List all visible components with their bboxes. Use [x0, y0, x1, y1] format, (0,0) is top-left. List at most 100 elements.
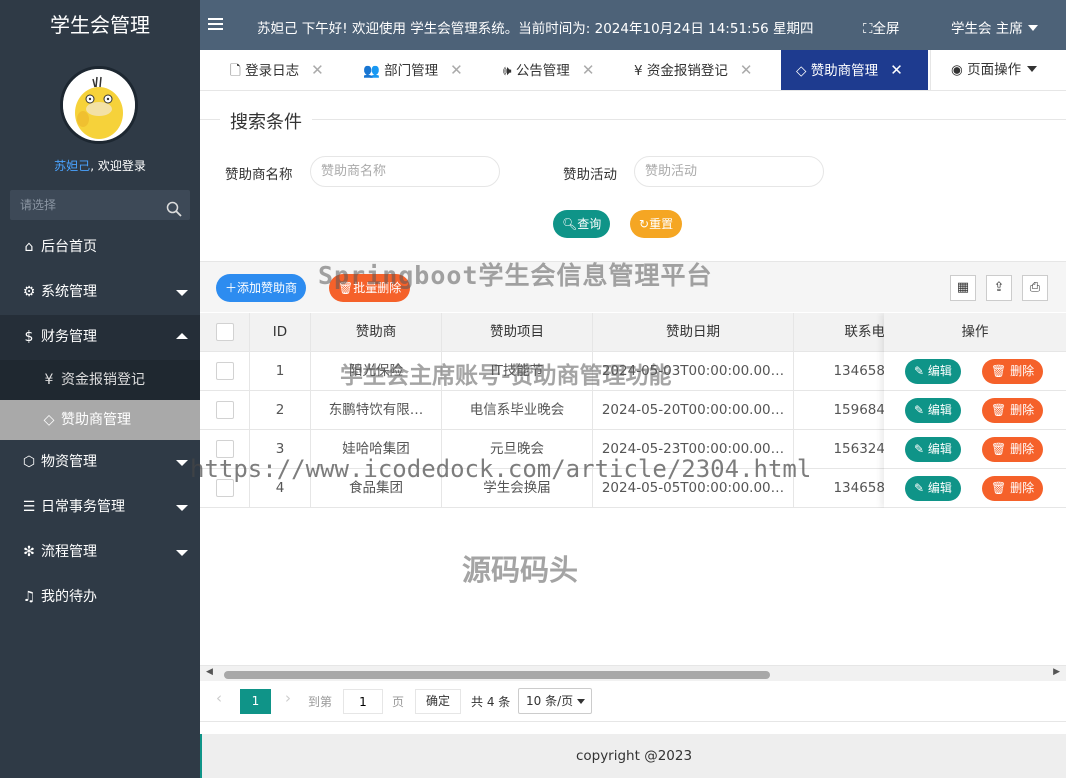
ops-row: ✎ 编辑 🗑 删除	[884, 430, 1066, 469]
close-icon[interactable]: ✕	[890, 61, 903, 79]
reset-button[interactable]: ↻重置	[630, 210, 683, 238]
select-all-cell	[200, 313, 250, 352]
delete-button[interactable]: 🗑 删除	[982, 476, 1044, 501]
tab-label: 赞助商管理	[810, 63, 879, 79]
delete-button[interactable]: 🗑 删除	[982, 437, 1044, 462]
avatar[interactable]	[60, 66, 138, 144]
page-unit-label: 页	[392, 695, 405, 709]
tab-reimbursement[interactable]: ¥ 资金报销登记 ✕	[634, 50, 752, 90]
sponsor-activity-input[interactable]	[634, 156, 824, 187]
row-checkbox-cell	[200, 352, 250, 390]
next-page-icon[interactable]: ›	[285, 689, 291, 707]
finance-submenu: ¥ 资金报销登记 ◇ 赞助商管理	[0, 360, 200, 440]
users-icon: 👥	[363, 63, 380, 79]
user-name-link[interactable]: 苏妲己	[54, 159, 90, 173]
menu-item-materials[interactable]: ⬡ 物资管理	[0, 440, 200, 485]
menu-item-finance[interactable]: $ 财务管理	[0, 315, 200, 360]
batch-delete-button[interactable]: 🗑批量删除	[329, 274, 411, 302]
speaker-icon: 🕪	[503, 63, 512, 79]
row-checkbox[interactable]	[215, 440, 234, 458]
query-button[interactable]: 🔍︎查询	[553, 210, 611, 238]
edit-button[interactable]: ✎ 编辑	[905, 437, 961, 462]
page-number-current[interactable]: 1	[240, 689, 271, 714]
col-id[interactable]: ID	[250, 313, 311, 352]
horizontal-scrollbar[interactable]: ◀ ▶	[200, 665, 1066, 681]
close-icon[interactable]: ✕	[450, 61, 463, 79]
edit-button[interactable]: ✎ 编辑	[905, 359, 961, 384]
menu-item-process[interactable]: ✻ 流程管理	[0, 530, 200, 575]
page-operations-dropdown[interactable]: ◉ 页面操作	[930, 50, 1066, 90]
delete-button[interactable]: 🗑 删除	[982, 398, 1044, 423]
home-icon: ⌂	[24, 239, 34, 255]
sponsor-name-input[interactable]	[310, 156, 500, 187]
menu-item-home[interactable]: ⌂ 后台首页	[0, 225, 200, 270]
fieldset-divider	[200, 119, 1066, 120]
columns-filter-icon[interactable]: ▦	[950, 275, 976, 301]
chevron-down-icon	[176, 290, 188, 296]
menu-search-select[interactable]: 请选择	[10, 190, 190, 220]
user-menu[interactable]: 学生会 主席	[951, 17, 1038, 37]
prev-page-icon[interactable]: ‹	[216, 689, 222, 707]
pagination: ‹ 1 › 到第 页 确定 共 4 条 10 条/页	[200, 682, 1066, 722]
delete-label: 删除	[1010, 481, 1035, 495]
scrollbar-thumb[interactable]	[224, 671, 770, 679]
goto-confirm-button[interactable]: 确定	[415, 689, 461, 714]
search-icon[interactable]	[166, 198, 182, 228]
cell-date: 2024-05-03T00:00:00.00…	[593, 352, 794, 390]
tab-sponsor[interactable]: ◇ 赞助商管理 ✕	[781, 50, 928, 90]
close-icon[interactable]: ✕	[740, 61, 753, 79]
row-checkbox[interactable]	[215, 479, 234, 497]
scroll-right-icon[interactable]: ▶	[1053, 667, 1060, 677]
edit-label: 编辑	[927, 364, 952, 378]
edit-button[interactable]: ✎ 编辑	[905, 398, 961, 423]
menu-item-daily[interactable]: ☰ 日常事务管理	[0, 485, 200, 530]
cell-id: 3	[250, 430, 311, 468]
col-sponsor[interactable]: 赞助商	[311, 313, 442, 352]
row-checkbox-cell	[200, 430, 250, 468]
menu-item-sponsor[interactable]: ◇ 赞助商管理	[0, 400, 200, 440]
menu-label: 赞助商管理	[61, 412, 131, 428]
row-checkbox[interactable]	[215, 401, 234, 419]
menu-item-todo[interactable]: ♫ 我的待办	[0, 575, 200, 620]
menu-item-reimbursement[interactable]: ¥ 资金报销登记	[0, 360, 200, 400]
tab-login-log[interactable]: 🗋 登录日志 ✕	[230, 50, 324, 90]
plus-icon: ＋	[225, 281, 238, 295]
tab-announcement[interactable]: 🕪 公告管理 ✕	[503, 50, 594, 90]
tab-department[interactable]: 👥 部门管理 ✕	[363, 50, 463, 90]
row-checkbox[interactable]	[215, 362, 234, 380]
cell-project: 电信系毕业晚会	[442, 391, 593, 429]
menu-label: 我的待办	[41, 589, 97, 605]
app-title: 学生会管理	[50, 13, 150, 37]
ops-row: ✎ 编辑 🗑 删除	[884, 469, 1066, 508]
cell-phone: 159684	[794, 391, 894, 429]
fullscreen-button[interactable]: ⛶全屏	[863, 17, 899, 37]
dollar-icon: $	[24, 329, 34, 345]
delete-button[interactable]: 🗑 删除	[982, 359, 1044, 384]
refresh-icon: ↻	[639, 217, 650, 231]
trash-icon: 🗑	[338, 281, 354, 295]
col-phone[interactable]: 联系电	[794, 313, 894, 352]
row-checkbox-cell	[200, 391, 250, 429]
close-icon[interactable]: ✕	[311, 61, 324, 79]
menu-item-system[interactable]: ⚙ 系统管理	[0, 270, 200, 315]
menu-search-placeholder: 请选择	[20, 198, 57, 212]
edit-button[interactable]: ✎ 编辑	[905, 476, 961, 501]
col-project[interactable]: 赞助项目	[442, 313, 593, 352]
menu-label: 流程管理	[41, 544, 97, 560]
add-sponsor-button[interactable]: ＋添加赞助商	[216, 274, 307, 302]
scroll-left-icon[interactable]: ◀	[206, 667, 213, 677]
reset-label: 重置	[649, 217, 674, 231]
cell-phone: 134658	[794, 469, 894, 507]
hamburger-menu-icon[interactable]	[208, 16, 224, 36]
col-date[interactable]: 赞助日期	[593, 313, 794, 352]
select-all-checkbox[interactable]	[215, 323, 234, 341]
close-icon[interactable]: ✕	[582, 61, 595, 79]
page-size-select[interactable]: 10 条/页	[518, 688, 592, 714]
goto-page-input[interactable]	[343, 689, 383, 714]
sponsor-name-label: 赞助商名称	[225, 167, 293, 183]
welcome-text: 苏妲己, 欢迎登录	[0, 157, 200, 174]
export-icon[interactable]: ⇪	[986, 275, 1012, 301]
yen-icon: ¥	[634, 63, 643, 79]
menu-label: 系统管理	[41, 284, 97, 300]
print-icon[interactable]: ⎙	[1022, 275, 1048, 301]
